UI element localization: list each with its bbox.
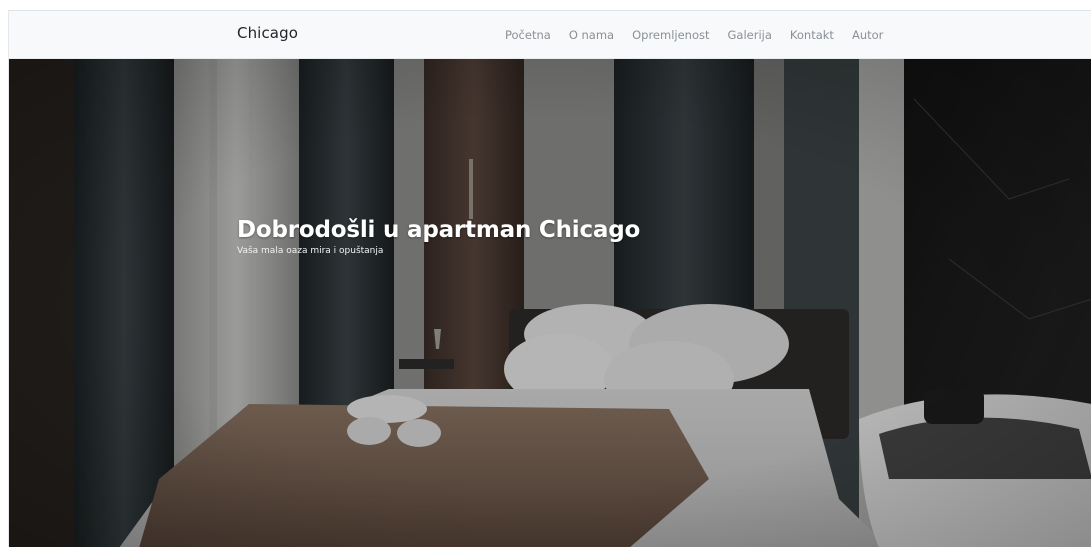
brand-link[interactable]: Chicago	[237, 24, 298, 42]
nav-link-kontakt[interactable]: Kontakt	[781, 28, 843, 42]
nav-link-o-nama[interactable]: O nama	[560, 28, 623, 42]
hero-section: Dobrodošli u apartman Chicago Vaša mala …	[9, 59, 1091, 547]
hero-text-block: Dobrodošli u apartman Chicago Vaša mala …	[237, 215, 640, 257]
nav-link-pocetna[interactable]: Početna	[505, 28, 560, 42]
hero-title: Dobrodošli u apartman Chicago	[237, 217, 641, 243]
hero-subtitle: Vaša mala oaza mira i opuštanja	[237, 246, 384, 256]
browser-viewport: Chicago Početna O nama Opremljenost Gale…	[8, 10, 1091, 547]
nav-link-galerija[interactable]: Galerija	[719, 28, 781, 42]
nav-menu: Početna O nama Opremljenost Galerija Kon…	[505, 28, 892, 42]
nav-link-autor[interactable]: Autor	[843, 28, 892, 42]
navbar: Chicago Početna O nama Opremljenost Gale…	[9, 11, 1091, 59]
nav-link-opremljenost[interactable]: Opremljenost	[623, 28, 718, 42]
hero-background-image	[9, 59, 1091, 547]
